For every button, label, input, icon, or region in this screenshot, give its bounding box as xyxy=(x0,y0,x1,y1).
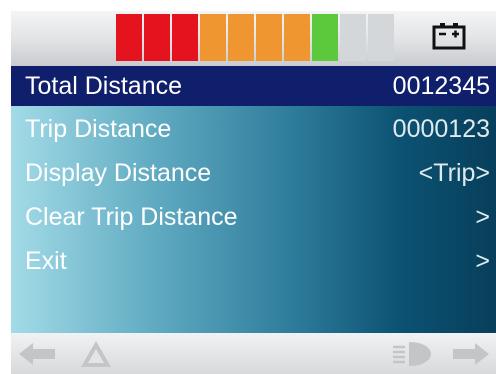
charge-segment-9 xyxy=(340,14,366,61)
menu-item-label: Trip Distance xyxy=(25,115,172,143)
menu-item-label: Display Distance xyxy=(25,159,212,187)
menu-item-label: Clear Trip Distance xyxy=(25,203,238,231)
right-arrow-icon xyxy=(453,343,489,365)
charge-segment-2 xyxy=(144,14,170,61)
menu-item-value: <Trip> xyxy=(418,159,490,187)
charge-segment-1 xyxy=(116,14,142,61)
distance-menu: Total Distance 0012345 Trip Distance 000… xyxy=(11,66,496,333)
charge-segment-5 xyxy=(228,14,254,61)
status-bar xyxy=(11,11,496,66)
menu-item-value: 0000123 xyxy=(392,115,490,143)
warning-triangle-icon xyxy=(81,341,111,367)
charge-segment-3 xyxy=(172,14,198,61)
menu-item-label: Total Distance xyxy=(25,72,183,100)
display-screen: Total Distance 0012345 Trip Distance 000… xyxy=(11,11,496,374)
menu-item-trip-distance[interactable]: Trip Distance 0000123 xyxy=(11,109,496,149)
indicator-bar xyxy=(11,333,496,374)
left-arrow-icon xyxy=(19,343,55,365)
battery-icon xyxy=(432,23,466,50)
menu-item-value: > xyxy=(475,203,490,231)
menu-item-label: Exit xyxy=(25,247,67,275)
charge-segment-4 xyxy=(200,14,226,61)
menu-item-exit[interactable]: Exit > xyxy=(11,241,496,281)
menu-item-clear-trip-distance[interactable]: Clear Trip Distance > xyxy=(11,197,496,237)
menu-item-value: > xyxy=(475,247,490,275)
charge-segment-7 xyxy=(284,14,310,61)
menu-item-value: 0012345 xyxy=(392,72,490,100)
menu-item-display-distance[interactable]: Display Distance <Trip> xyxy=(11,153,496,193)
horn-icon xyxy=(393,342,431,366)
charge-segment-6 xyxy=(256,14,282,61)
menu-item-total-distance[interactable]: Total Distance 0012345 xyxy=(11,66,496,106)
charge-segment-8 xyxy=(312,14,338,61)
charge-segment-10 xyxy=(368,14,394,61)
